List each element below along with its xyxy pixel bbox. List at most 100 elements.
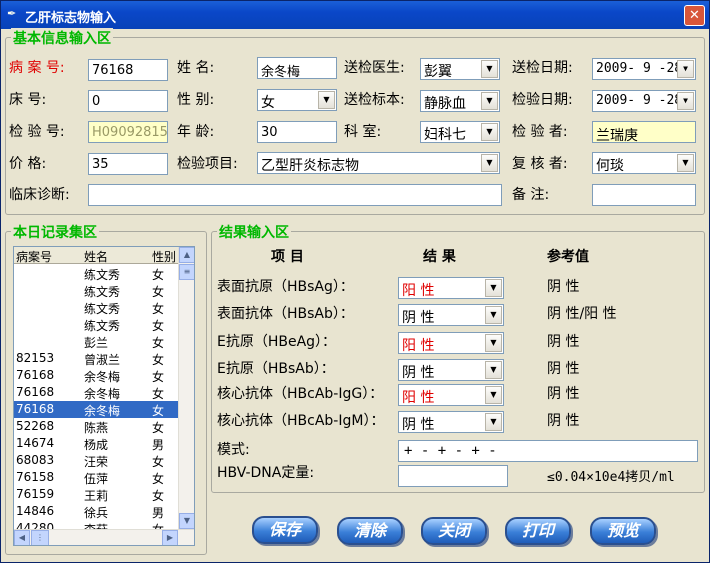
bed-input[interactable]: 0 (88, 90, 168, 112)
dropdown-arrow-icon[interactable]: ▼ (485, 386, 502, 404)
test-date-picker[interactable]: 2009- 9 -28 ▼ (592, 90, 696, 112)
table-row[interactable]: 练文秀 女 (14, 316, 180, 333)
cell-name: 练文秀 (84, 268, 121, 282)
tester-label: 检 验 者: (512, 124, 568, 140)
result-label: 表面抗原（HBsAg）： (217, 279, 354, 295)
col-case-no[interactable]: 病案号 (16, 248, 52, 265)
vertical-scrollbar[interactable]: ▲ ≡ ▼ (178, 247, 194, 529)
dropdown-arrow-icon[interactable]: ▼ (481, 123, 498, 141)
dropdown-arrow-icon[interactable]: ▼ (677, 154, 694, 172)
close-button[interactable]: 关闭 (421, 517, 487, 545)
table-row[interactable]: 76159 王莉 女 (14, 486, 180, 503)
cell-sex: 女 (152, 421, 165, 435)
send-date-picker[interactable]: 2009- 9 -28 ▼ (592, 58, 696, 80)
scroll-thumb[interactable]: ≡ (179, 264, 194, 280)
result-value: 阳 性 (402, 283, 435, 299)
dropdown-arrow-icon[interactable]: ▼ (677, 60, 694, 78)
result-label: 表面抗体（HBsAb）： (217, 306, 354, 322)
dropdown-arrow-icon[interactable]: ▼ (485, 279, 502, 297)
doctor-select[interactable]: 彭翼 ▼ (420, 58, 500, 80)
name-input[interactable]: 余冬梅 (257, 57, 337, 79)
table-row[interactable]: 练文秀 女 (14, 265, 180, 282)
result-select[interactable]: 阴 性 ▼ (398, 304, 504, 326)
dropdown-arrow-icon[interactable]: ▼ (485, 334, 502, 352)
table-row[interactable]: 14674 杨成 男 (14, 435, 180, 452)
remark-input[interactable] (592, 184, 696, 206)
table-row[interactable]: 68083 汪荣 女 (14, 452, 180, 469)
cell-case-no: 14846 (16, 504, 55, 518)
tester-input[interactable]: 兰瑞庚 (592, 121, 696, 143)
result-select[interactable]: 阴 性 ▼ (398, 411, 504, 433)
reviewer-select[interactable]: 何琰 ▼ (592, 152, 696, 174)
dna-input[interactable] (398, 465, 508, 487)
table-row[interactable]: 练文秀 女 (14, 282, 180, 299)
table-row[interactable]: 76168 余冬梅 女 (14, 401, 180, 418)
save-button[interactable]: 保存 (252, 516, 318, 544)
case-no-input[interactable]: 76168 (88, 59, 168, 81)
main-window: ✒ 乙肝标志物输入 ✕ 基本信息输入区 病 案 号: 76168 姓 名: 余冬… (0, 0, 710, 563)
sex-select[interactable]: 女 ▼ (257, 89, 337, 111)
result-select[interactable]: 阳 性 ▼ (398, 332, 504, 354)
item-select[interactable]: 乙型肝炎标志物 ▼ (257, 152, 500, 174)
scroll-right-icon[interactable]: ▶ (162, 530, 178, 545)
table-row[interactable]: 52268 陈燕 女 (14, 418, 180, 435)
dropdown-arrow-icon[interactable]: ▼ (485, 413, 502, 431)
col-sex[interactable]: 性别 (152, 248, 176, 265)
result-select[interactable]: 阴 性 ▼ (398, 359, 504, 381)
dropdown-arrow-icon[interactable]: ▼ (481, 60, 498, 78)
table-row[interactable]: 练文秀 女 (14, 299, 180, 316)
cell-name: 余冬梅 (84, 370, 121, 384)
result-value: 阳 性 (402, 390, 435, 406)
cell-name: 余冬梅 (84, 404, 121, 418)
specimen-select[interactable]: 静脉血 ▼ (420, 90, 500, 112)
print-button[interactable]: 打印 (505, 517, 571, 545)
records-table[interactable]: 病案号 姓名 性别 练文秀女练文秀女练文秀女练文秀女彭兰女 82153 曾淑兰女 76… (13, 246, 195, 546)
close-window-button[interactable]: ✕ (684, 5, 705, 26)
table-row[interactable]: 76158 伍萍 女 (14, 469, 180, 486)
scroll-up-icon[interactable]: ▲ (179, 247, 194, 263)
dropdown-arrow-icon[interactable]: ▼ (677, 92, 694, 110)
title-bar: ✒ 乙肝标志物输入 ✕ (1, 1, 709, 29)
dept-select[interactable]: 妇科七 ▼ (420, 121, 500, 143)
dropdown-arrow-icon[interactable]: ▼ (485, 306, 502, 324)
cell-case-no: 14674 (16, 436, 55, 450)
result-label: E抗原（HBeAg）： (217, 334, 337, 350)
cell-name: 陈燕 (84, 421, 109, 435)
result-value: 阴 性 (402, 417, 435, 433)
mode-input[interactable]: + - + - + - (398, 440, 698, 462)
test-no-input[interactable]: H090928155 (88, 121, 168, 143)
cell-case-no: 76159 (16, 487, 55, 501)
result-value: 阳 性 (402, 338, 435, 354)
dropdown-arrow-icon[interactable]: ▼ (481, 92, 498, 110)
cell-sex: 男 (152, 438, 165, 452)
scroll-left-icon[interactable]: ◀ (14, 530, 30, 545)
table-row[interactable]: 82153 曾淑兰 女 (14, 350, 180, 367)
result-select[interactable]: 阳 性 ▼ (398, 277, 504, 299)
table-row[interactable]: 76168 余冬梅 女 (14, 367, 180, 384)
table-row[interactable]: 彭兰 女 (14, 333, 180, 350)
dropdown-arrow-icon[interactable]: ▼ (485, 361, 502, 379)
result-select[interactable]: 阳 性 ▼ (398, 384, 504, 406)
mode-label: 模式: (217, 442, 250, 458)
horizontal-scrollbar[interactable]: ◀ ⋮ ▶ (14, 529, 194, 545)
doctor-label: 送检医生: (344, 60, 405, 76)
clear-button[interactable]: 清除 (337, 517, 403, 545)
cell-sex: 女 (152, 472, 165, 486)
cell-name: 余冬梅 (84, 387, 121, 401)
table-row[interactable]: 76168 余冬梅 女 (14, 384, 180, 401)
dropdown-arrow-icon[interactable]: ▼ (481, 154, 498, 172)
price-input[interactable]: 35 (88, 153, 168, 175)
item-label: 检验项目: (177, 156, 238, 172)
preview-button[interactable]: 预览 (590, 517, 656, 545)
cell-sex: 女 (152, 268, 165, 282)
results-legend: 结果输入区 (217, 222, 291, 242)
diagnosis-input[interactable] (88, 184, 502, 206)
table-row[interactable]: 14846 徐兵 男 (14, 503, 180, 520)
age-input[interactable]: 30 (257, 121, 337, 143)
dropdown-arrow-icon[interactable]: ▼ (318, 91, 335, 109)
result-reference: 阴 性 (547, 361, 580, 377)
hscroll-thumb[interactable]: ⋮ (31, 530, 49, 545)
scroll-down-icon[interactable]: ▼ (179, 513, 194, 529)
cell-sex: 男 (152, 506, 165, 520)
col-name[interactable]: 姓名 (84, 248, 108, 265)
